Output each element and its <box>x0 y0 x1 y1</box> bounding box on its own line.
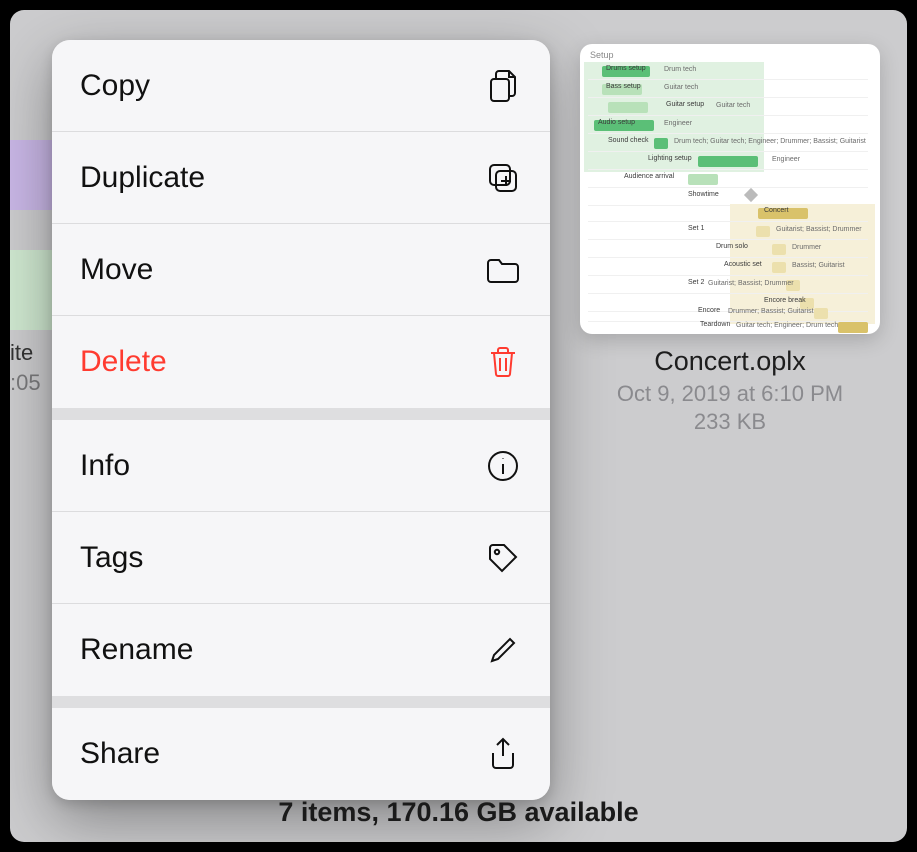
menu-item-move[interactable]: Move <box>52 224 550 316</box>
duplicate-icon <box>484 159 522 197</box>
gantt-row: Set 1 Guitarist; Bassist; Drummer <box>588 224 868 240</box>
gantt-row: Lighting setup Engineer <box>588 154 868 170</box>
share-icon <box>484 735 522 773</box>
gantt-row: Audio setup Engineer <box>588 118 868 134</box>
menu-item-label: Info <box>80 449 130 483</box>
gantt-row: Bass setup Guitar tech <box>588 82 868 98</box>
file-name: Concert.oplx <box>580 346 880 377</box>
gantt-row: Concert <box>588 206 868 222</box>
status-bar: 7 items, 170.16 GB available <box>10 797 907 828</box>
folder-icon <box>484 251 522 289</box>
menu-group: Copy Duplicate <box>52 40 550 408</box>
bg-partial-label: ite <box>10 340 33 366</box>
thumb-heading: Setup <box>590 50 614 60</box>
menu-item-label: Rename <box>80 633 193 667</box>
gantt-row: Acoustic set Bassist; Guitarist <box>588 260 868 276</box>
file-size: 233 KB <box>580 409 880 435</box>
gantt-row: Audience arrival <box>588 172 868 188</box>
menu-item-label: Tags <box>80 541 143 575</box>
menu-item-info[interactable]: Info <box>52 420 550 512</box>
menu-separator <box>52 696 550 708</box>
bg-thumb-fragment <box>10 140 58 210</box>
pencil-icon <box>484 631 522 669</box>
gantt-row: Drums setup Drum tech <box>588 64 868 80</box>
gantt-row: Guitar setup Guitar tech <box>588 100 868 116</box>
menu-item-label: Delete <box>80 345 167 379</box>
menu-group: Share <box>52 708 550 800</box>
menu-item-rename[interactable]: Rename <box>52 604 550 696</box>
copy-icon <box>484 67 522 105</box>
bg-thumb-fragment <box>10 250 58 330</box>
gantt-row: Sound check Drum tech; Guitar tech; Engi… <box>588 136 868 152</box>
file-date: Oct 9, 2019 at 6:10 PM <box>580 381 880 407</box>
menu-item-label: Duplicate <box>80 161 205 195</box>
tag-icon <box>484 539 522 577</box>
gantt-row: Teardown Guitar tech; Engineer; Drum tec… <box>588 320 868 334</box>
menu-item-copy[interactable]: Copy <box>52 40 550 132</box>
menu-item-label: Move <box>80 253 153 287</box>
info-icon <box>484 447 522 485</box>
menu-item-label: Share <box>80 737 160 771</box>
file-thumbnail: Setup Drums setup Drum tech Bass setup G… <box>580 44 880 334</box>
files-window: ite :05 Copy Duplicate <box>10 10 907 842</box>
menu-item-share[interactable]: Share <box>52 708 550 800</box>
context-menu: Copy Duplicate <box>52 40 550 800</box>
menu-item-tags[interactable]: Tags <box>52 512 550 604</box>
gantt-row: Set 2 Guitarist; Bassist; Drummer <box>588 278 868 294</box>
file-item[interactable]: Setup Drums setup Drum tech Bass setup G… <box>580 44 880 435</box>
menu-item-duplicate[interactable]: Duplicate <box>52 132 550 224</box>
trash-icon <box>484 343 522 381</box>
menu-separator <box>52 408 550 420</box>
gantt-row: Drum solo Drummer <box>588 242 868 258</box>
menu-item-label: Copy <box>80 69 150 103</box>
menu-item-delete[interactable]: Delete <box>52 316 550 408</box>
menu-group: Info Tags Rename <box>52 420 550 696</box>
bg-partial-label: :05 <box>10 370 41 396</box>
